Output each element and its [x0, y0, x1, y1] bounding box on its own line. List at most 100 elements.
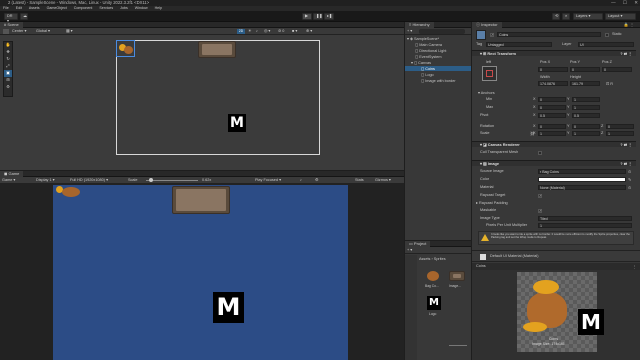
rect-tool-button[interactable]: ▣: [4, 70, 12, 77]
hierarchy-item-main-camera[interactable]: ◻ Main Camera: [415, 42, 442, 47]
gizmos-icon[interactable]: ⊕ ▾: [306, 28, 312, 35]
layers-dropdown[interactable]: Layers ▾: [573, 13, 603, 20]
logo-sprite[interactable]: M: [228, 114, 246, 132]
hand-tool-button[interactable]: ✋: [4, 42, 12, 49]
hierarchy-item-canvas[interactable]: ▾ ◻ Canvas: [411, 60, 431, 65]
preview-menu-icon[interactable]: ⋮: [632, 264, 636, 269]
scale-tool-button[interactable]: ⤢: [4, 63, 12, 70]
2d-toggle[interactable]: 2D: [237, 29, 245, 34]
object-picker-icon[interactable]: ⊙: [628, 169, 631, 174]
asset-bag-coins[interactable]: [425, 269, 441, 283]
component-menu-icon[interactable]: ? ⇄ ⋮: [620, 161, 632, 167]
create-asset-button[interactable]: + ▾: [407, 247, 412, 254]
rot-y-field[interactable]: 0: [572, 124, 600, 129]
maximize-button[interactable]: ☐: [623, 0, 627, 5]
scale-slider-thumb[interactable]: [149, 178, 153, 182]
stats-button[interactable]: Stats: [355, 177, 364, 184]
menu-services[interactable]: Services: [99, 6, 113, 10]
logo-asset-thumbnail[interactable]: M: [427, 296, 441, 310]
image-with-border-sprite[interactable]: [198, 41, 236, 58]
pause-button[interactable]: ❚❚: [313, 13, 323, 20]
close-button[interactable]: ✕: [634, 0, 638, 5]
cull-mesh-checkbox[interactable]: [538, 151, 542, 155]
move-tool-button[interactable]: ✥: [4, 49, 12, 56]
component-menu-icon[interactable]: ? ⇄ ⋮: [620, 51, 632, 57]
transform-tool-button[interactable]: ⊞: [4, 77, 12, 84]
width-field[interactable]: 174.0876: [538, 81, 568, 86]
rot-z-field[interactable]: 0: [606, 124, 634, 129]
anchors-foldout[interactable]: ▾ Anchors: [478, 90, 495, 95]
game-viewport[interactable]: M: [53, 185, 348, 360]
rot-x-field[interactable]: 0: [538, 124, 566, 129]
account-button[interactable]: DR ▾: [4, 13, 18, 23]
history-icon[interactable]: ⟲: [552, 13, 560, 20]
hidden-objects-icon[interactable]: ⊘ 0: [278, 28, 284, 35]
hierarchy-item-samplescene[interactable]: ▾ ◈ SampleScene*: [407, 36, 439, 41]
pivot-dropdown[interactable]: Center ▾: [12, 28, 26, 35]
scale-z-field[interactable]: 1: [606, 131, 634, 136]
gizmos-dropdown[interactable]: Gizmos ▾: [375, 177, 391, 184]
component-menu-icon[interactable]: ? ⇄ ⋮: [620, 142, 632, 148]
static-checkbox[interactable]: [605, 33, 609, 37]
play-focused-dropdown[interactable]: Play Focused ▾: [255, 177, 281, 184]
hierarchy-item-eventsystem[interactable]: ◻ EventSystem: [415, 54, 442, 59]
coins-selection-rect[interactable]: [116, 40, 135, 57]
object-name-input[interactable]: Coins: [497, 32, 601, 37]
color-swatch[interactable]: [538, 177, 626, 182]
tab-inspector[interactable]: ⓘ Inspector: [472, 22, 502, 28]
layer-dropdown[interactable]: UI: [578, 42, 634, 47]
rect-transform-header[interactable]: ▾ ⊞ Rect Transform ? ⇄ ⋮: [472, 50, 636, 56]
active-checkbox[interactable]: ✓: [490, 33, 494, 37]
image-type-dropdown[interactable]: Tiled: [538, 216, 632, 221]
height-field[interactable]: 161.79: [570, 81, 600, 86]
mute-icon[interactable]: ♪: [300, 177, 302, 184]
menu-window[interactable]: Window: [135, 6, 148, 10]
breadcrumb-sprites[interactable]: Sprites: [434, 257, 446, 261]
hierarchy-search-input[interactable]: [419, 29, 465, 34]
menu-assets[interactable]: Assets: [29, 6, 40, 10]
menu-edit[interactable]: Edit: [16, 6, 22, 10]
blueprint-mode-button[interactable]: ⊡ R: [606, 81, 613, 86]
min-y-field[interactable]: 1: [572, 97, 600, 102]
rotate-tool-button[interactable]: ↻: [4, 56, 12, 63]
breadcrumb-assets[interactable]: Assets: [419, 257, 430, 261]
step-button[interactable]: ▸❚: [324, 13, 334, 20]
raycast-target-checkbox[interactable]: ✓: [538, 194, 542, 198]
image-component-header[interactable]: ▾ ▨ Image ? ⇄ ⋮: [472, 160, 636, 166]
lighting-icon[interactable]: ☀: [248, 28, 251, 35]
maskable-checkbox[interactable]: ✓: [538, 209, 542, 213]
image-asset-thumbnail[interactable]: [449, 271, 465, 281]
hierarchy-item-coins[interactable]: ◻ Coins: [405, 66, 471, 71]
pivot-x-field[interactable]: 0.5: [538, 113, 566, 118]
audio-icon[interactable]: ♪: [256, 28, 258, 35]
max-y-field[interactable]: 1: [572, 105, 600, 110]
cloud-icon[interactable]: ☁: [20, 13, 28, 20]
pos-z-field[interactable]: 0: [602, 67, 632, 72]
hierarchy-item-image-with-border[interactable]: ◻ Image with border: [421, 78, 456, 83]
source-image-field[interactable]: ▪ Bag Coins: [538, 169, 626, 174]
ppu-field[interactable]: 1: [538, 223, 632, 228]
game-settings-icon[interactable]: ⚙: [315, 177, 318, 184]
hierarchy-item-logo[interactable]: ◻ Logo: [421, 72, 434, 77]
lock-icon[interactable]: 🔒 ⋮: [624, 22, 634, 28]
effects-icon[interactable]: ◎ ▾: [264, 28, 270, 35]
material-field[interactable]: None (Material): [538, 185, 626, 190]
pos-y-field[interactable]: 0: [570, 67, 600, 72]
default-material-section[interactable]: Default UI Material (Material): [472, 250, 640, 262]
pivot-y-field[interactable]: 0.5: [572, 113, 600, 118]
anchor-preset-button[interactable]: [482, 66, 497, 81]
resolution-dropdown[interactable]: Full HD (1920x1080) ▾: [70, 177, 108, 184]
display-dropdown[interactable]: Display 1 ▾: [36, 177, 55, 184]
layout-dropdown[interactable]: Layout ▾: [605, 13, 636, 20]
menu-file[interactable]: File: [3, 6, 9, 10]
game-mode-dropdown[interactable]: Game ▾: [2, 177, 15, 184]
eyedropper-icon[interactable]: ✎: [628, 177, 631, 182]
pos-x-field[interactable]: 0: [538, 67, 568, 72]
scale-slider-track[interactable]: [146, 180, 198, 181]
tag-dropdown[interactable]: Untagged: [486, 42, 552, 47]
play-button[interactable]: ▶: [302, 13, 312, 20]
menu-gameobject[interactable]: GameObject: [47, 6, 67, 10]
raycast-padding-foldout[interactable]: ▸ Raycast Padding: [476, 200, 508, 205]
search-icon[interactable]: ⌕: [562, 13, 570, 20]
minimize-button[interactable]: —: [611, 0, 616, 5]
